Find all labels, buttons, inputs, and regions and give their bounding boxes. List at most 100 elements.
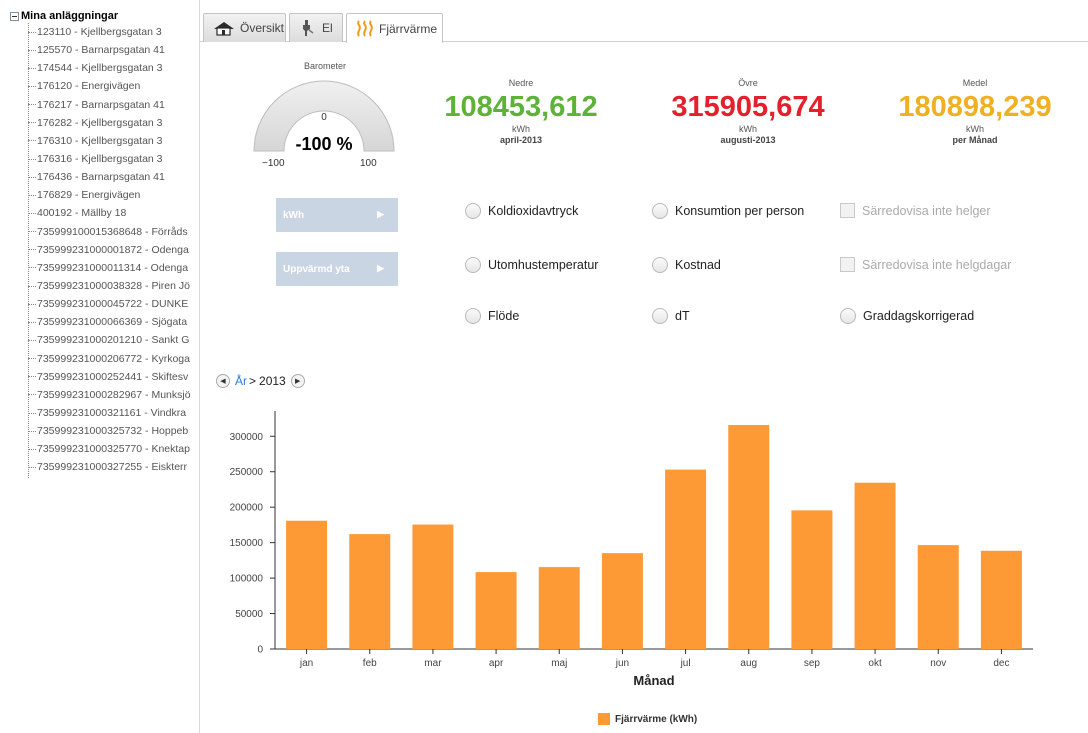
option-cost[interactable]: Kostnad bbox=[652, 257, 721, 273]
facility-label: 123110 - Kjellbergsgatan 3 bbox=[37, 26, 162, 39]
radio-button[interactable] bbox=[840, 308, 856, 324]
tree-root-label: Mina anläggningar bbox=[21, 10, 119, 22]
facility-tree-item[interactable]: 735999231000206772 - Kyrkoga bbox=[28, 350, 199, 368]
option-no-holidays[interactable]: Särredovisa inte helgdagar bbox=[840, 257, 1011, 272]
tab-el[interactable]: El bbox=[289, 13, 343, 42]
bar-jan[interactable] bbox=[286, 520, 328, 649]
facility-tree-item[interactable]: 176436 - Barnarpsgatan 41 bbox=[28, 168, 199, 186]
radio-button[interactable] bbox=[465, 308, 481, 324]
radio-button[interactable] bbox=[652, 257, 668, 273]
facility-label: 735999231000252441 - Skiftesv bbox=[37, 370, 189, 383]
y-tick-label: 100000 bbox=[230, 574, 264, 585]
x-axis-title: Månad bbox=[633, 673, 674, 688]
stat-unit: kWh bbox=[512, 124, 530, 134]
facility-label: 735999231000011314 - Odenga bbox=[37, 261, 189, 274]
tree-connector bbox=[28, 376, 36, 378]
x-tick-label: maj bbox=[551, 658, 567, 669]
facility-tree-item[interactable]: 735999100015368648 - Förråds bbox=[28, 223, 199, 241]
facility-tree-item[interactable]: 735999231000066369 - Sjögata bbox=[28, 313, 199, 331]
tab-fjarrvarme[interactable]: Fjärrvärme bbox=[346, 13, 443, 43]
option-co2[interactable]: Koldioxidavtryck bbox=[465, 203, 578, 219]
bar-apr[interactable] bbox=[475, 572, 517, 649]
stat-period: april-2013 bbox=[499, 135, 543, 145]
bar-jul[interactable] bbox=[665, 469, 707, 649]
current-year: 2013 bbox=[259, 374, 286, 388]
facility-tree-item[interactable]: 123110 - Kjellbergsgatan 3 bbox=[28, 23, 199, 41]
x-tick-label: nov bbox=[930, 658, 946, 669]
facility-tree-item[interactable]: 176217 - Barnarpsgatan 41 bbox=[28, 96, 199, 114]
bar-maj[interactable] bbox=[538, 567, 580, 649]
option-dt[interactable]: dT bbox=[652, 308, 690, 324]
bar-okt[interactable] bbox=[854, 482, 896, 649]
facility-tree-item[interactable]: 735999231000045722 - DUNKE bbox=[28, 295, 199, 313]
next-period-button[interactable]: ▶ bbox=[290, 374, 305, 388]
facility-label: 400192 - Mällby 18 bbox=[37, 207, 127, 220]
plug-icon bbox=[303, 20, 314, 36]
option-consumption-per-person[interactable]: Konsumtion per person bbox=[652, 203, 804, 219]
tree-connector bbox=[28, 212, 36, 214]
facility-tree-item[interactable]: 735999231000011314 - Odenga bbox=[28, 259, 199, 277]
house-icon bbox=[214, 22, 234, 36]
collapse-icon[interactable] bbox=[10, 11, 19, 21]
radio-button[interactable] bbox=[465, 257, 481, 273]
bar-dec[interactable] bbox=[980, 550, 1022, 649]
previous-period-button[interactable]: ◀ bbox=[216, 374, 230, 388]
facility-label: 174544 - Kjellbergsgatan 3 bbox=[37, 62, 163, 75]
facility-tree-item[interactable]: 735999231000325732 - Hoppeb bbox=[28, 422, 199, 440]
option-outdoor-temperature[interactable]: Utomhustemperatur bbox=[465, 257, 598, 273]
radio-button[interactable] bbox=[465, 203, 481, 219]
x-tick-label: apr bbox=[489, 658, 504, 669]
heated-area-button[interactable]: Uppvärmd yta ▶ bbox=[276, 252, 398, 286]
facility-tree-item[interactable]: 176120 - Energivägen bbox=[28, 77, 199, 95]
radio-button[interactable] bbox=[652, 203, 668, 219]
tab-label: Översikt bbox=[240, 21, 285, 35]
stat-unit: kWh bbox=[966, 124, 984, 134]
x-tick-label: sep bbox=[804, 658, 821, 669]
bar-sep[interactable] bbox=[791, 510, 833, 649]
facility-tree-item[interactable]: 735999231000282967 - Munksjö bbox=[28, 386, 199, 404]
facility-tree-item[interactable]: 735999231000201210 - Sankt G bbox=[28, 331, 199, 349]
option-flow[interactable]: Flöde bbox=[465, 308, 519, 324]
checkbox[interactable] bbox=[840, 257, 855, 272]
facility-tree-item[interactable]: 735999231000001872 - Odenga bbox=[28, 241, 199, 259]
facility-label: 125570 - Barnarpsgatan 41 bbox=[37, 44, 165, 57]
facility-label: 735999231000045722 - DUNKE bbox=[37, 298, 189, 311]
option-no-weekends[interactable]: Särredovisa inte helger bbox=[840, 203, 991, 218]
bar-mar[interactable] bbox=[412, 524, 454, 649]
kwh-button[interactable]: kWh ▶ bbox=[276, 198, 398, 232]
stat-average: Medel 180898,239 kWh per Månad bbox=[875, 78, 1075, 147]
facility-tree-item[interactable]: 174544 - Kjellbergsgatan 3 bbox=[28, 59, 199, 77]
facility-tree-item[interactable]: 125570 - Barnarpsgatan 41 bbox=[28, 41, 199, 59]
facility-label: 176282 - Kjellbergsgatan 3 bbox=[37, 116, 163, 129]
facility-tree-item[interactable]: 176829 - Energivägen bbox=[28, 186, 199, 204]
facility-tree-item[interactable]: 176316 - Kjellbergsgatan 3 bbox=[28, 150, 199, 168]
facility-tree-item[interactable]: 176310 - Kjellbergsgatan 3 bbox=[28, 132, 199, 150]
facility-tree-item[interactable]: 735999231000321161 - Vindkra bbox=[28, 404, 199, 422]
bar-nov[interactable] bbox=[917, 545, 959, 649]
tree-root[interactable]: Mina anläggningar bbox=[10, 9, 118, 23]
bar-feb[interactable] bbox=[349, 534, 391, 649]
sidebar-tree: Mina anläggningar 123110 - Kjellbergsgat… bbox=[0, 0, 200, 733]
stat-label: Övre bbox=[738, 78, 758, 88]
option-degree-days[interactable]: Graddagskorrigerad bbox=[840, 308, 974, 324]
facility-tree-item[interactable]: 176282 - Kjellbergsgatan 3 bbox=[28, 114, 199, 132]
checkbox[interactable] bbox=[840, 203, 855, 218]
barometer-min: −100 bbox=[262, 158, 285, 169]
bar-aug[interactable] bbox=[728, 424, 770, 649]
chart-legend[interactable]: Fjärrvärme (kWh) bbox=[598, 713, 697, 725]
y-tick-label: 0 bbox=[257, 645, 263, 656]
tab-oversikt[interactable]: Översikt bbox=[203, 13, 286, 42]
year-level-link[interactable]: År bbox=[235, 374, 247, 388]
facility-tree-item[interactable]: 735999231000038328 - Piren Jö bbox=[28, 277, 199, 295]
tree-connector bbox=[28, 285, 36, 287]
tree-connector bbox=[28, 67, 36, 69]
facility-label: 735999231000327255 - Eiskterr bbox=[37, 461, 188, 474]
facility-tree-item[interactable]: 735999231000252441 - Skiftesv bbox=[28, 368, 199, 386]
facility-tree-item[interactable]: 735999231000327255 - Eiskterr bbox=[28, 458, 199, 476]
radio-button[interactable] bbox=[652, 308, 668, 324]
facility-tree-item[interactable]: 735999231000325770 - Knektap bbox=[28, 440, 199, 458]
facility-tree-item[interactable]: 400192 - Mällby 18 bbox=[28, 204, 199, 222]
barometer-center-label: 0 bbox=[321, 112, 327, 123]
bar-jun[interactable] bbox=[601, 553, 643, 649]
y-tick-label: 50000 bbox=[235, 609, 263, 620]
